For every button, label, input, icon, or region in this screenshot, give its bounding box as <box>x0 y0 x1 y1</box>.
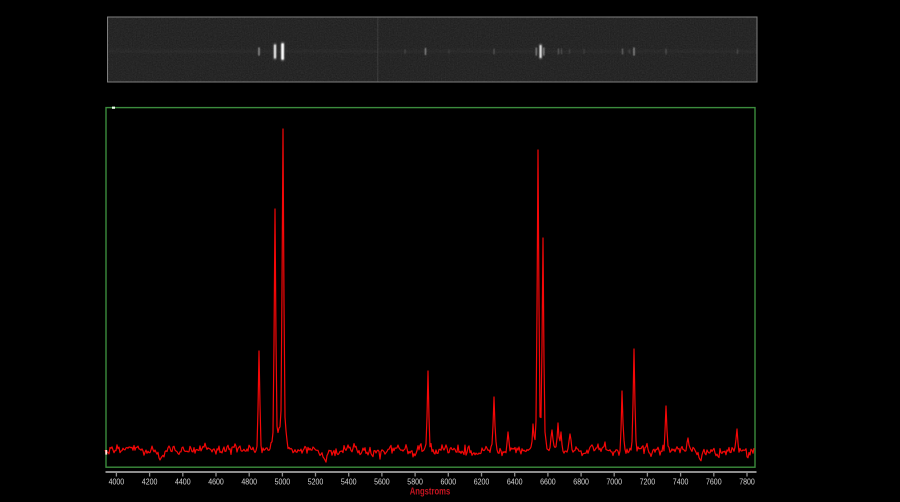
svg-text:7800: 7800 <box>739 476 755 486</box>
svg-text:4600: 4600 <box>208 476 224 486</box>
svg-text:4800: 4800 <box>241 476 257 486</box>
svg-text:7400: 7400 <box>673 476 689 486</box>
svg-text:6000: 6000 <box>441 476 457 486</box>
svg-text:5800: 5800 <box>407 476 423 486</box>
svg-text:7200: 7200 <box>640 476 656 486</box>
svg-text:5200: 5200 <box>308 476 324 486</box>
svg-text:4400: 4400 <box>175 476 191 486</box>
svg-text:6600: 6600 <box>540 476 556 486</box>
svg-text:6200: 6200 <box>474 476 490 486</box>
svg-text:4000: 4000 <box>109 476 125 486</box>
svg-text:7600: 7600 <box>706 476 722 486</box>
svg-text:7000: 7000 <box>606 476 622 486</box>
svg-text:6800: 6800 <box>573 476 589 486</box>
svg-text:4200: 4200 <box>142 476 158 486</box>
svg-text:5000: 5000 <box>275 476 291 486</box>
svg-text:5400: 5400 <box>341 476 357 486</box>
svg-text:6400: 6400 <box>507 476 523 486</box>
svg-text:5600: 5600 <box>374 476 390 486</box>
svg-text:Angstroms: Angstroms <box>410 487 451 498</box>
